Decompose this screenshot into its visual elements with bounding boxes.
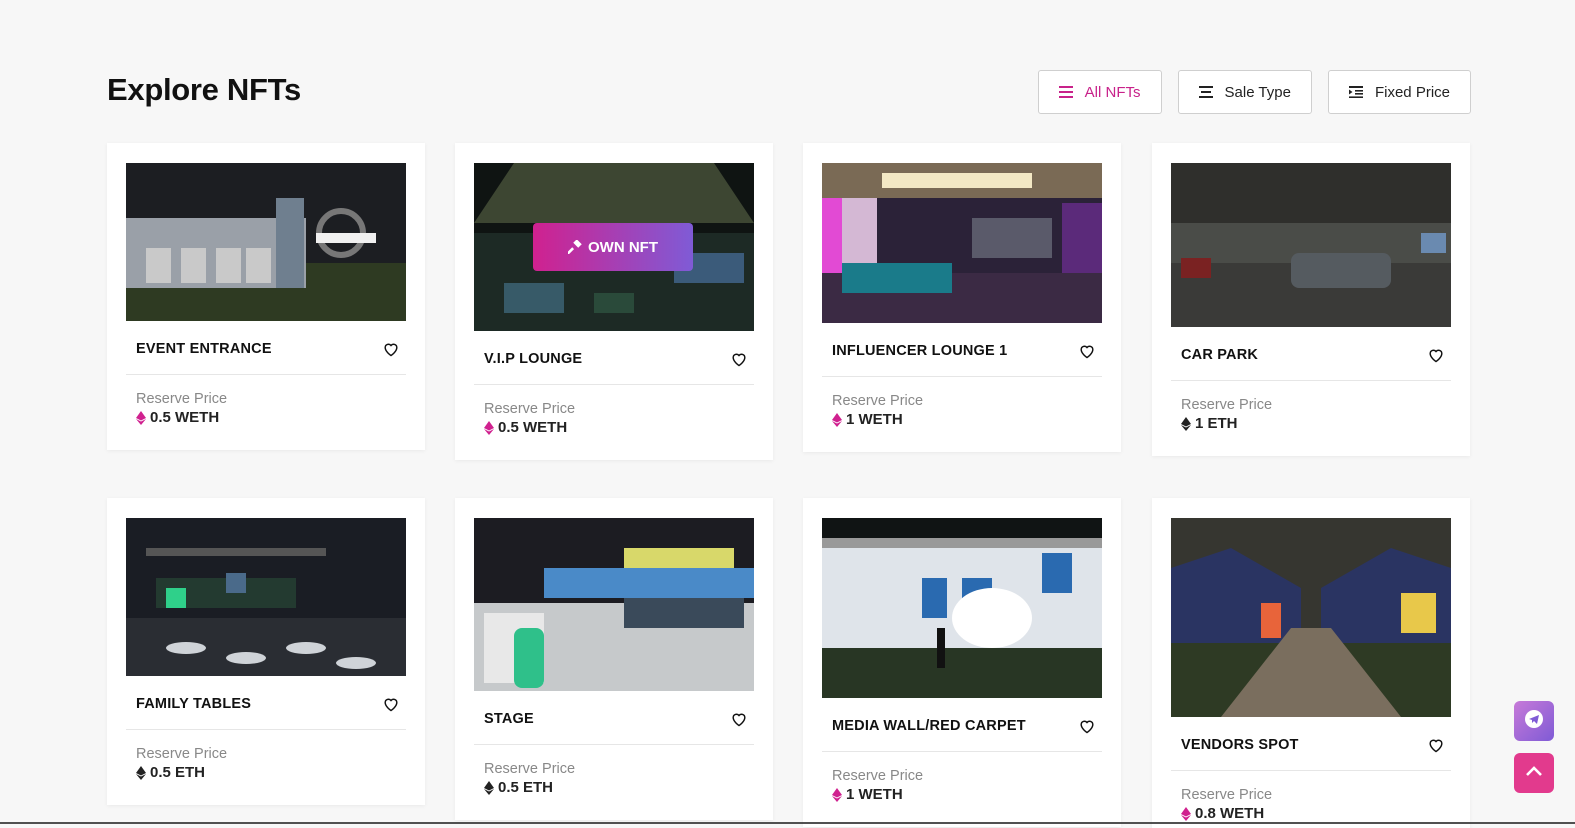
eth-icon [136,765,146,780]
reserve-price-label: Reserve Price [484,401,576,417]
heart-icon[interactable] [382,696,400,712]
heart-icon[interactable] [730,351,748,367]
reserve-price-label: Reserve Price [1181,787,1273,803]
heart-icon[interactable] [1427,347,1445,363]
nft-name: VENDORS SPOT [1181,736,1299,753]
nft-name: V.I.P LOUNGE [484,350,583,367]
nft-name: STAGE [484,710,534,727]
reserve-price-value: 1 WETH [846,786,903,803]
eth-icon [1181,416,1191,431]
nft-card[interactable]: EVENT ENTRANCE Reserve Price 0.5 WETH [107,143,425,450]
reserve-price-value: 0.5 ETH [150,764,206,781]
scroll-top-button[interactable] [1514,753,1554,793]
hammer-icon [568,240,582,254]
nft-image[interactable] [126,163,406,321]
nft-name: MEDIA WALL/RED CARPET [832,717,1026,734]
filter-fixed-price-label: Fixed Price [1374,83,1450,101]
reserve-price-value: 0.8 WETH [1195,805,1265,822]
nft-card[interactable]: CAR PARK Reserve Price 1 ETH [1152,143,1470,456]
nft-image[interactable] [822,163,1102,323]
weth-icon [1181,806,1191,821]
nft-card[interactable]: STAGE Reserve Price 0.5 ETH [455,498,773,820]
filter-all-nfts-label: All NFTs [1084,83,1141,101]
nft-name: FAMILY TABLES [136,695,252,712]
weth-icon [136,410,146,425]
align-icon [1198,86,1213,98]
nft-image[interactable] [474,518,754,691]
weth-icon [832,787,842,802]
reserve-price-value: 1 ETH [1195,415,1238,432]
filter-sale-type-label: Sale Type [1224,83,1291,101]
page-title: Explore NFTs [107,72,301,107]
heart-icon[interactable] [1078,718,1096,734]
nft-card[interactable]: VENDORS SPOT Reserve Price 0.8 WETH [1152,498,1470,828]
reserve-price-value: 0.5 WETH [150,409,220,426]
nft-image[interactable]: OWN NFT [474,163,754,331]
telegram-button[interactable] [1514,701,1554,741]
weth-icon [484,420,494,435]
reserve-price-value: 1 WETH [846,411,903,428]
nft-card[interactable]: INFLUENCER LOUNGE 1 Reserve Price 1 WETH [803,143,1121,452]
reserve-price-label: Reserve Price [832,768,924,784]
own-nft-label: OWN NFT [588,238,658,256]
nft-name: CAR PARK [1181,346,1259,363]
nft-name: EVENT ENTRANCE [136,340,272,357]
reserve-price-label: Reserve Price [136,746,228,762]
page: Explore NFTs All NFTs Sale Type Fixed Pr… [0,0,1575,828]
eth-icon [484,780,494,795]
reserve-price-label: Reserve Price [136,391,228,407]
heart-icon[interactable] [382,341,400,357]
reserve-price-label: Reserve Price [484,761,576,777]
nft-card[interactable]: OWN NFT V.I.P LOUNGE Reserve Price 0.5 W… [455,143,773,460]
heart-icon[interactable] [1078,343,1096,359]
reserve-price-value: 0.5 WETH [498,419,568,436]
reserve-price-value: 0.5 ETH [498,779,554,796]
filter-fixed-price-button[interactable]: Fixed Price [1327,70,1471,114]
filter-all-nfts-button[interactable]: All NFTs [1037,70,1162,114]
bottom-border [0,822,1575,824]
nft-card[interactable]: FAMILY TABLES Reserve Price 0.5 ETH [107,498,425,805]
filter-sale-type-button[interactable]: Sale Type [1177,70,1312,114]
indent-icon [1348,86,1363,98]
reserve-price-label: Reserve Price [1181,397,1273,413]
weth-icon [832,412,842,427]
telegram-icon [1524,709,1544,734]
nft-name: INFLUENCER LOUNGE 1 [832,342,1008,359]
nft-image[interactable] [1171,163,1451,327]
nft-image[interactable] [822,518,1102,698]
heart-icon[interactable] [730,711,748,727]
nft-image[interactable] [126,518,406,676]
filter-bar: All NFTs Sale Type Fixed Price [1037,70,1471,114]
menu-icon [1058,86,1073,98]
nft-image[interactable] [1171,518,1451,717]
heart-icon[interactable] [1427,737,1445,753]
nft-card[interactable]: MEDIA WALL/RED CARPET Reserve Price 1 WE… [803,498,1121,827]
own-nft-button[interactable]: OWN NFT [533,223,693,271]
reserve-price-label: Reserve Price [832,393,924,409]
chevron-up-icon [1525,764,1543,782]
